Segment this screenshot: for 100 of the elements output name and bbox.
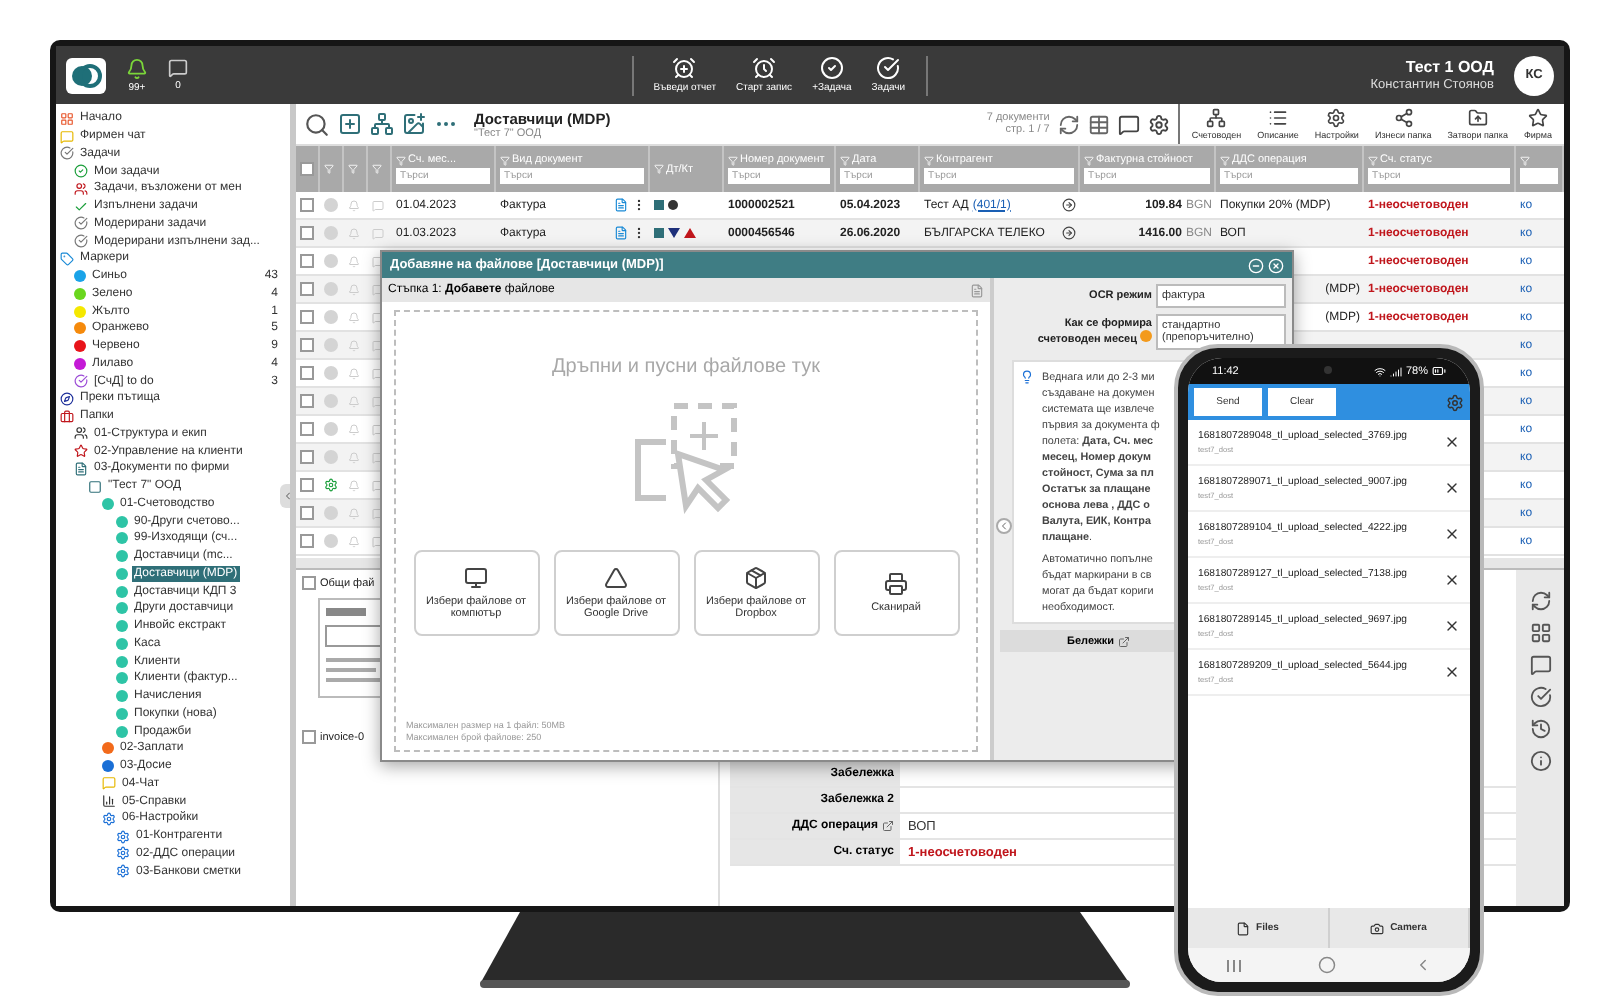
row-checkbox[interactable] <box>300 506 314 520</box>
share-icon <box>1393 108 1414 128</box>
task-icon <box>74 164 88 179</box>
filter-icon[interactable] <box>324 164 334 174</box>
recent-apps-icon[interactable] <box>1226 957 1243 973</box>
edit-icon[interactable] <box>882 820 894 832</box>
status-dot <box>324 226 338 240</box>
row-checkbox[interactable] <box>300 450 314 464</box>
refresh-icon[interactable] <box>1057 113 1080 135</box>
close-icon[interactable] <box>1444 664 1460 680</box>
battery-icon <box>1432 364 1446 378</box>
status-dot <box>324 254 338 268</box>
check-circle-icon <box>74 216 88 231</box>
bar-chart-icon <box>102 794 116 809</box>
document-icon <box>74 461 88 476</box>
search-icon[interactable] <box>304 111 330 137</box>
more-icon[interactable] <box>632 226 646 240</box>
document-icon[interactable] <box>970 283 984 297</box>
folder-upload-icon <box>1467 108 1488 128</box>
close-icon[interactable] <box>1444 480 1460 496</box>
briefcase-icon <box>60 409 74 424</box>
info-icon[interactable] <box>1529 750 1551 772</box>
file-icon <box>1236 921 1251 935</box>
filter-icon <box>1368 155 1378 165</box>
refresh-icon[interactable] <box>1529 590 1551 612</box>
row-checkbox[interactable] <box>300 338 314 352</box>
check-circle-icon <box>819 56 844 80</box>
document-icon[interactable] <box>614 198 628 212</box>
arrow-circle-icon[interactable] <box>1062 198 1076 212</box>
alarm-clock-icon <box>752 56 777 80</box>
bell-icon <box>126 57 148 79</box>
filter-icon[interactable] <box>348 164 358 174</box>
users-icon <box>74 181 88 196</box>
home-icon[interactable] <box>1318 956 1337 974</box>
status-dot <box>324 282 338 296</box>
close-icon[interactable] <box>1444 434 1460 450</box>
users-icon <box>74 426 88 441</box>
checkbox[interactable] <box>300 162 314 176</box>
row-checkbox[interactable] <box>300 534 314 548</box>
monitor-icon <box>464 566 488 590</box>
more-icon[interactable] <box>632 198 646 212</box>
arrow-circle-icon[interactable] <box>1062 226 1076 240</box>
status-dot <box>324 338 338 352</box>
help-icon[interactable] <box>1140 330 1152 342</box>
status-dot <box>324 506 338 520</box>
filter-icon <box>728 155 738 165</box>
chevron-left-icon <box>998 520 1010 532</box>
settings-icon <box>102 811 116 826</box>
row-checkbox[interactable] <box>300 422 314 436</box>
filter-icon <box>396 155 406 165</box>
row-checkbox[interactable] <box>300 226 314 240</box>
settings-icon[interactable] <box>1147 113 1170 135</box>
company-name: Тест 1 ООД <box>1405 58 1494 76</box>
filter-icon <box>924 155 934 165</box>
status-dot <box>324 534 338 548</box>
search-field[interactable] <box>1520 167 1558 183</box>
filter-icon <box>654 164 664 174</box>
signal-icon <box>1389 365 1402 377</box>
hierarchy-icon[interactable] <box>370 112 394 136</box>
filter-icon[interactable] <box>372 164 382 174</box>
close-icon[interactable] <box>1444 572 1460 588</box>
lightbulb-icon <box>1020 370 1034 384</box>
row-checkbox[interactable] <box>300 254 314 268</box>
chat-icon[interactable] <box>1117 113 1140 135</box>
check-circle-icon <box>74 234 88 249</box>
check-circle-icon <box>876 56 901 80</box>
compass-icon <box>60 391 74 406</box>
grid-icon <box>60 111 74 126</box>
check-circle-icon[interactable] <box>1529 686 1551 708</box>
chat-icon[interactable] <box>1529 654 1551 676</box>
previous-button[interactable] <box>996 518 1012 534</box>
status-dot <box>324 310 338 324</box>
row-checkbox[interactable] <box>300 394 314 408</box>
table-icon[interactable] <box>1087 113 1110 135</box>
image-icon[interactable] <box>402 112 426 136</box>
check-icon <box>74 199 88 214</box>
row-checkbox[interactable] <box>300 366 314 380</box>
add-icon[interactable] <box>338 112 362 136</box>
row-checkbox[interactable] <box>300 478 314 492</box>
close-icon[interactable] <box>1444 618 1460 634</box>
hierarchy-icon <box>1206 108 1227 128</box>
history-icon[interactable] <box>1529 718 1551 740</box>
settings-icon <box>1326 108 1347 128</box>
checkbox[interactable] <box>302 730 316 744</box>
filter-icon[interactable] <box>1520 155 1530 165</box>
row-checkbox[interactable] <box>300 282 314 296</box>
edit-icon[interactable] <box>1118 635 1130 647</box>
star-icon <box>1527 108 1548 128</box>
row-checkbox[interactable] <box>300 310 314 324</box>
square-icon <box>88 479 102 494</box>
status-dot <box>324 422 338 436</box>
row-checkbox[interactable] <box>300 198 314 212</box>
grid-icon[interactable] <box>1529 622 1551 644</box>
wifi-icon <box>1373 365 1386 377</box>
camera-icon <box>1370 921 1385 935</box>
check-circle-icon <box>74 374 88 389</box>
checkbox[interactable] <box>302 576 316 590</box>
close-icon[interactable] <box>1444 526 1460 542</box>
minimize-icon[interactable] <box>1248 257 1264 273</box>
settings-icon <box>116 864 130 879</box>
